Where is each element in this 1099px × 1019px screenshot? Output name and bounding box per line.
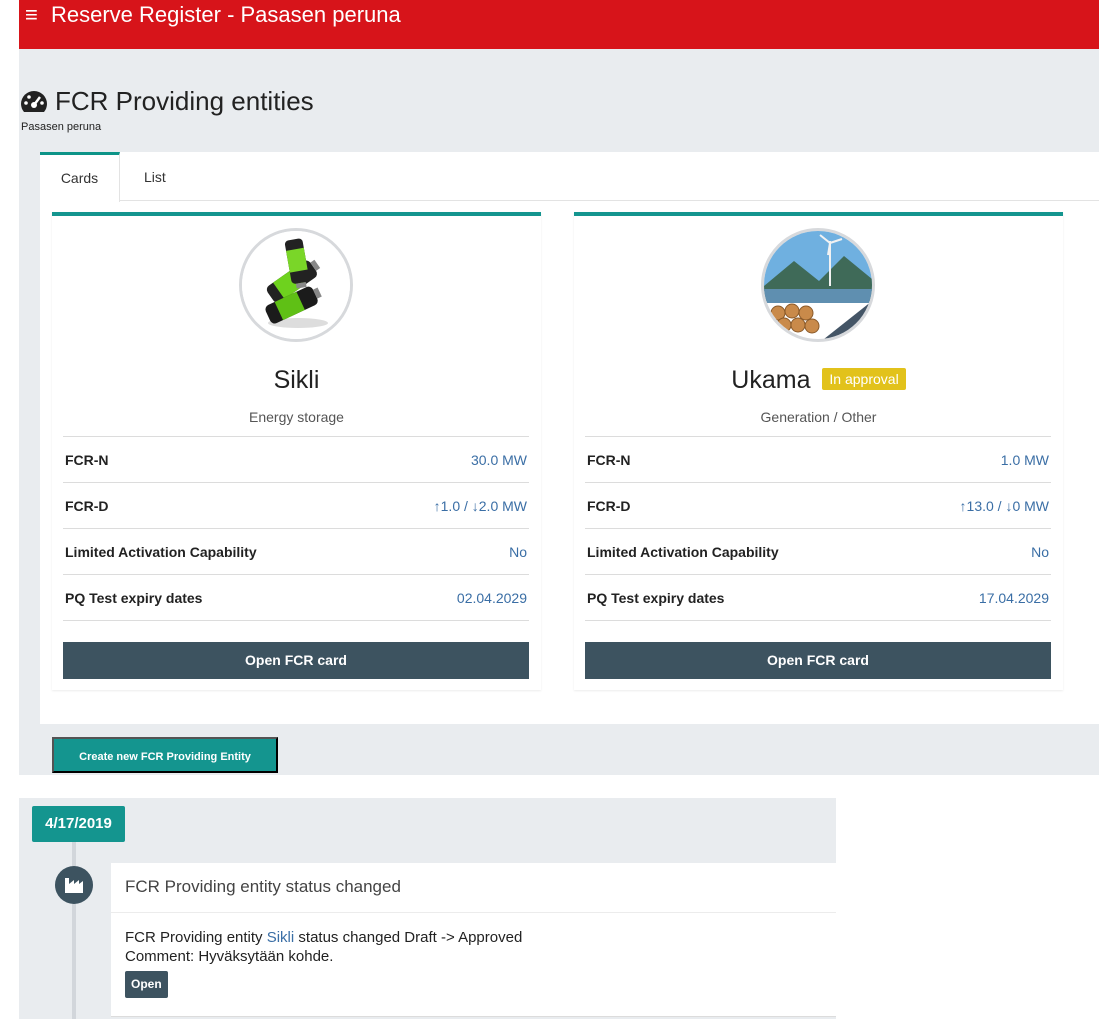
text-fragment: FCR Providing entity [125,929,267,946]
property-label: FCR-D [65,497,109,514]
property-value: No [509,543,527,560]
property-label: FCR-D [587,497,631,514]
timeline-open-button[interactable]: Open [125,971,168,998]
page-title-text: FCR Providing entities [55,86,314,116]
entity-avatar [761,228,875,342]
entity-avatar [239,228,353,342]
timeline-item-title: FCR Providing entity status changed [111,863,836,913]
property-label: FCR-N [65,451,109,468]
entity-type: Energy storage [249,409,344,425]
property-label: Limited Activation Capability [587,543,779,560]
entity-card-ukama: Ukama In approval Generation / Other FCR… [574,212,1063,690]
property-row: FCR-D ↑13.0 / ↓0 MW [585,483,1051,529]
entity-name-text: Ukama [731,366,811,394]
property-value: 02.04.2029 [456,589,527,606]
dashboard-icon [21,90,47,112]
property-label: PQ Test expiry dates [587,589,725,606]
open-fcr-card-button[interactable]: Open FCR card [63,642,529,679]
property-row: FCR-N 1.0 MW [585,437,1051,483]
open-fcr-card-button[interactable]: Open FCR card [585,642,1051,679]
property-label: FCR-N [587,451,631,468]
tab-list[interactable]: List [144,152,166,201]
timeline-line [72,830,76,1019]
entity-link[interactable]: Sikli [267,929,295,946]
property-value: 17.04.2029 [978,589,1049,606]
property-row: Limited Activation Capability No [63,529,529,575]
create-fcr-entity-button[interactable]: Create new FCR Providing Entity [52,737,278,773]
property-row: Limited Activation Capability No [585,529,1051,575]
property-value: 1.0 MW [1000,451,1049,468]
page-title: FCR Providing entities [19,86,314,117]
property-value: ↑13.0 / ↓0 MW [959,497,1049,514]
property-row: FCR-N 30.0 MW [63,437,529,483]
battery-image-icon [242,231,350,339]
entity-properties: FCR-N 1.0 MW FCR-D ↑13.0 / ↓0 MW Limited… [585,436,1051,621]
timeline-event-icon [55,866,93,904]
hamburger-menu-icon[interactable]: ≡ [25,0,51,30]
timeline-item-text: FCR Providing entity Sikli status change… [125,928,822,947]
entity-properties: FCR-N 30.0 MW FCR-D ↑1.0 / ↓2.0 MW Limit… [63,436,529,621]
property-row: PQ Test expiry dates 02.04.2029 [63,575,529,621]
property-row: FCR-D ↑1.0 / ↓2.0 MW [63,483,529,529]
text-fragment: status changed Draft -> Approved [294,929,523,946]
tab-cards[interactable]: Cards [40,152,120,202]
timeline-item: FCR Providing entity status changed FCR … [111,863,836,1017]
page-header: FCR Providing entities Pasasen peruna [19,86,314,133]
property-value: No [1031,543,1049,560]
view-tabs: Cards List [40,152,1099,202]
entity-name: Ukama In approval [574,366,1063,395]
page-subtitle: Pasasen peruna [21,121,102,133]
property-row: PQ Test expiry dates 17.04.2029 [585,575,1051,621]
factory-icon [65,878,83,893]
app-title: Reserve Register - Pasasen peruna [51,2,401,27]
entity-card-sikli: Sikli Energy storage FCR-N 30.0 MW FCR-D… [52,212,541,690]
property-label: PQ Test expiry dates [65,589,203,606]
property-value: ↑1.0 / ↓2.0 MW [433,497,527,514]
property-value: 30.0 MW [470,451,527,468]
entity-type: Generation / Other [760,409,877,425]
status-badge: In approval [822,368,906,390]
top-header: ≡ Reserve Register - Pasasen peruna [19,0,1099,49]
entity-name-text: Sikli [273,366,320,394]
property-label: Limited Activation Capability [65,543,257,560]
entity-name: Sikli [52,366,541,395]
entities-panel: Cards List Sikli Energy storage FCR-N 30… [40,152,1099,724]
timeline-item-comment: Comment: Hyväksytään kohde. [125,948,334,965]
timeline-item-body: FCR Providing entity Sikli status change… [111,913,836,1013]
generation-image-icon [764,231,872,339]
timeline-date: 4/17/2019 [32,806,125,842]
